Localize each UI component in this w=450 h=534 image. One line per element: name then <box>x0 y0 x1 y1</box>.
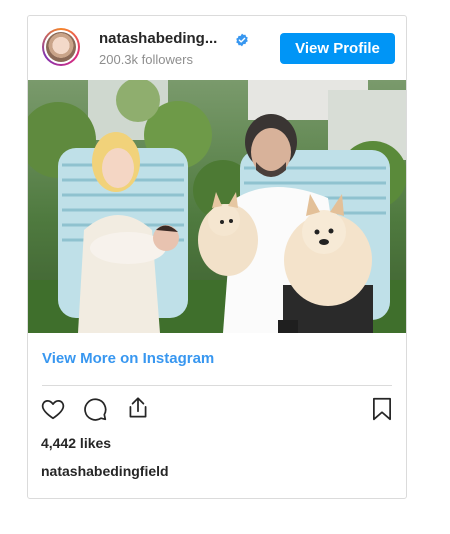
share-icon[interactable] <box>125 395 151 421</box>
profile-avatar[interactable] <box>42 28 80 66</box>
verified-badge-icon <box>236 33 248 47</box>
username[interactable]: natashabeding... <box>99 30 217 47</box>
instagram-embed-card: natashabeding... 200.3k followers View P… <box>27 15 407 499</box>
comment-icon[interactable] <box>82 396 108 422</box>
like-count: 4,442 likes <box>41 435 112 451</box>
view-more-on-instagram-link[interactable]: View More on Instagram <box>42 350 214 367</box>
follower-count: 200.3k followers <box>99 52 193 67</box>
caption-username[interactable]: natashabedingfield <box>41 463 169 479</box>
post-header: natashabeding... 200.3k followers View P… <box>28 16 406 80</box>
bookmark-icon[interactable] <box>369 396 395 422</box>
divider <box>42 385 392 386</box>
post-photo[interactable] <box>28 80 406 333</box>
heart-icon[interactable] <box>40 396 66 422</box>
view-profile-button[interactable]: View Profile <box>280 33 395 64</box>
photo-illustration <box>28 80 406 333</box>
